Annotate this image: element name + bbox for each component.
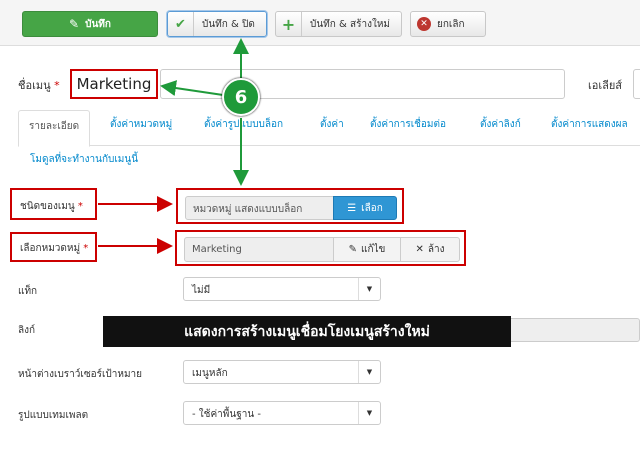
arrow-to-title <box>160 80 224 96</box>
annotation-arrows <box>98 38 249 254</box>
step-badge: 6 <box>222 78 260 116</box>
